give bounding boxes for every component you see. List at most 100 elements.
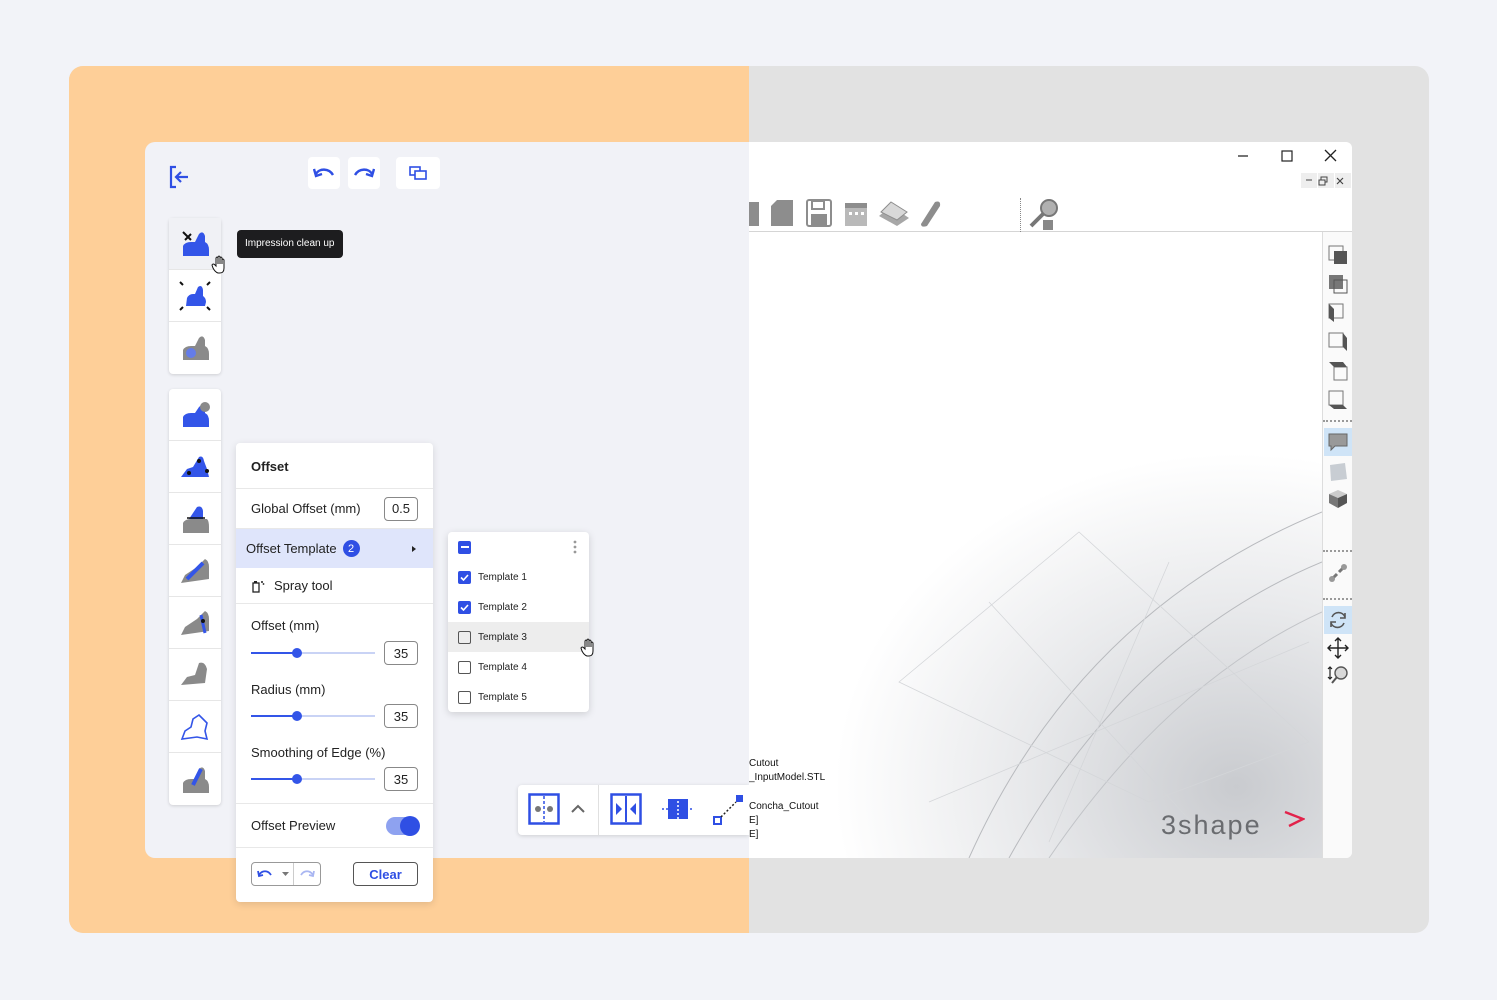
view-back-icon[interactable] bbox=[1327, 273, 1349, 295]
legacy-ui-window: Cutout _InputModel.STL Concha_Cutout E] E] 3… bbox=[749, 142, 1352, 858]
smoothing-input[interactable]: 35 bbox=[384, 767, 418, 791]
template-checkbox[interactable] bbox=[458, 660, 471, 674]
smoothing-slider[interactable] bbox=[251, 772, 375, 786]
template-label: Template 2 bbox=[478, 601, 527, 613]
tool-smooth[interactable] bbox=[169, 322, 221, 374]
view-front-icon[interactable] bbox=[1327, 244, 1349, 266]
magnifier-lock-icon[interactable] bbox=[1027, 198, 1061, 232]
vent-icon bbox=[181, 610, 209, 635]
template-option[interactable]: Template 4 bbox=[448, 652, 589, 682]
panel-redo-button[interactable] bbox=[294, 863, 320, 885]
cleanup-tool-group bbox=[169, 218, 221, 374]
redo-icon bbox=[353, 168, 375, 178]
view-bottom-icon[interactable] bbox=[1327, 389, 1349, 411]
comment-icon[interactable] bbox=[1327, 431, 1349, 453]
history-split-button bbox=[251, 862, 321, 886]
mirror-plane-button[interactable] bbox=[610, 793, 642, 825]
mdi-restore-button[interactable] bbox=[1318, 173, 1334, 188]
tool-add-material[interactable] bbox=[169, 389, 221, 441]
radius-input[interactable]: 35 bbox=[384, 704, 418, 728]
minimize-icon[interactable] bbox=[1237, 150, 1249, 162]
template-option[interactable]: Template 2 bbox=[448, 592, 589, 622]
chevron-right-icon bbox=[412, 545, 416, 552]
panel-title: Offset bbox=[236, 443, 433, 489]
link-icon[interactable] bbox=[1327, 562, 1349, 584]
global-offset-input[interactable]: 0.5 bbox=[384, 496, 418, 521]
expand-toolbar-button[interactable] bbox=[568, 799, 588, 819]
mesh-background-image bbox=[749, 382, 1322, 858]
zoom-icon[interactable] bbox=[1327, 665, 1349, 687]
offset-preview-toggle[interactable] bbox=[386, 815, 420, 836]
tool-wax-line[interactable] bbox=[169, 545, 221, 597]
offset-input[interactable]: 35 bbox=[384, 641, 418, 665]
history-dropdown-button[interactable] bbox=[278, 863, 294, 885]
shaded-cube-icon[interactable] bbox=[1327, 488, 1349, 510]
offset-template-row[interactable]: Offset Template 2 bbox=[236, 529, 433, 568]
exit-button[interactable] bbox=[164, 162, 194, 192]
tool-vent[interactable] bbox=[169, 597, 221, 649]
slider-knob[interactable] bbox=[291, 774, 302, 784]
tool-outline[interactable] bbox=[169, 701, 221, 753]
pan-icon[interactable] bbox=[1327, 637, 1349, 659]
view-top-icon[interactable] bbox=[1327, 360, 1349, 382]
measure-distance-button[interactable] bbox=[712, 793, 744, 827]
redo-button[interactable] bbox=[348, 157, 380, 189]
exit-icon bbox=[169, 165, 188, 189]
offset-template-label: Offset Template bbox=[246, 541, 337, 556]
cut-plane-icon bbox=[183, 506, 209, 533]
chevron-up-icon bbox=[571, 804, 585, 813]
trim-icon bbox=[179, 280, 211, 311]
template-option[interactable]: Template 5 bbox=[448, 682, 589, 712]
radius-slider[interactable] bbox=[251, 709, 375, 723]
brush-icon[interactable] bbox=[917, 198, 943, 228]
template-option[interactable]: Template 3 bbox=[448, 622, 589, 652]
mdi-close-button[interactable] bbox=[1335, 173, 1351, 188]
add-material-icon bbox=[183, 401, 210, 427]
tool-point-edit[interactable] bbox=[169, 441, 221, 493]
view-left-icon[interactable] bbox=[1327, 302, 1349, 324]
tool-trim[interactable] bbox=[169, 270, 221, 322]
save-icon[interactable] bbox=[805, 198, 833, 228]
brand-triangle-icon bbox=[1284, 810, 1305, 828]
global-offset-label: Global Offset (mm) bbox=[251, 501, 361, 516]
legacy-toolbar bbox=[749, 198, 1352, 232]
rotate-icon[interactable] bbox=[1327, 609, 1349, 631]
calendar-icon[interactable] bbox=[843, 198, 871, 228]
template-checkbox[interactable] bbox=[458, 630, 471, 644]
mirror-tool-button[interactable] bbox=[528, 793, 560, 825]
undo-button[interactable] bbox=[308, 157, 340, 189]
slider-knob[interactable] bbox=[291, 711, 302, 721]
close-icon[interactable] bbox=[1324, 149, 1337, 162]
slider-knob[interactable] bbox=[291, 648, 302, 658]
hand-cursor-icon bbox=[580, 638, 594, 657]
layers-icon[interactable] bbox=[877, 198, 911, 228]
open-file-icon[interactable] bbox=[769, 198, 795, 228]
offset-template-dropdown: Template 1 Template 2 Template 3 Template 4… bbox=[448, 532, 589, 712]
measure-distance-icon bbox=[713, 795, 743, 825]
maximize-icon[interactable] bbox=[1281, 150, 1293, 162]
minus-icon bbox=[460, 546, 469, 548]
tool-shell[interactable] bbox=[169, 649, 221, 701]
spray-tool-label: Spray tool bbox=[274, 578, 333, 593]
hand-cursor-icon bbox=[211, 255, 225, 274]
solid-surface-icon[interactable] bbox=[1327, 461, 1349, 483]
mdi-minimize-button[interactable] bbox=[1301, 173, 1317, 188]
template-checkbox[interactable] bbox=[458, 570, 471, 584]
compare-view-button[interactable] bbox=[396, 157, 440, 189]
spray-tool-row[interactable]: Spray tool bbox=[236, 568, 433, 604]
clear-button[interactable]: Clear bbox=[353, 862, 418, 886]
center-plane-button[interactable] bbox=[662, 793, 694, 825]
panel-undo-button[interactable] bbox=[252, 863, 278, 885]
template-checkbox[interactable] bbox=[458, 690, 471, 704]
offset-slider[interactable] bbox=[251, 646, 375, 660]
template-checkbox[interactable] bbox=[458, 600, 471, 614]
undo-icon bbox=[313, 168, 335, 178]
select-all-checkbox[interactable] bbox=[458, 540, 471, 554]
legacy-tool-clipped[interactable] bbox=[749, 202, 759, 226]
tool-cut-plane[interactable] bbox=[169, 493, 221, 545]
template-option[interactable]: Template 1 bbox=[448, 562, 589, 592]
brand-logo: 3shape bbox=[1161, 810, 1305, 841]
more-vertical-icon[interactable] bbox=[573, 540, 577, 554]
tool-mark[interactable] bbox=[169, 753, 221, 805]
view-right-icon[interactable] bbox=[1327, 331, 1349, 353]
